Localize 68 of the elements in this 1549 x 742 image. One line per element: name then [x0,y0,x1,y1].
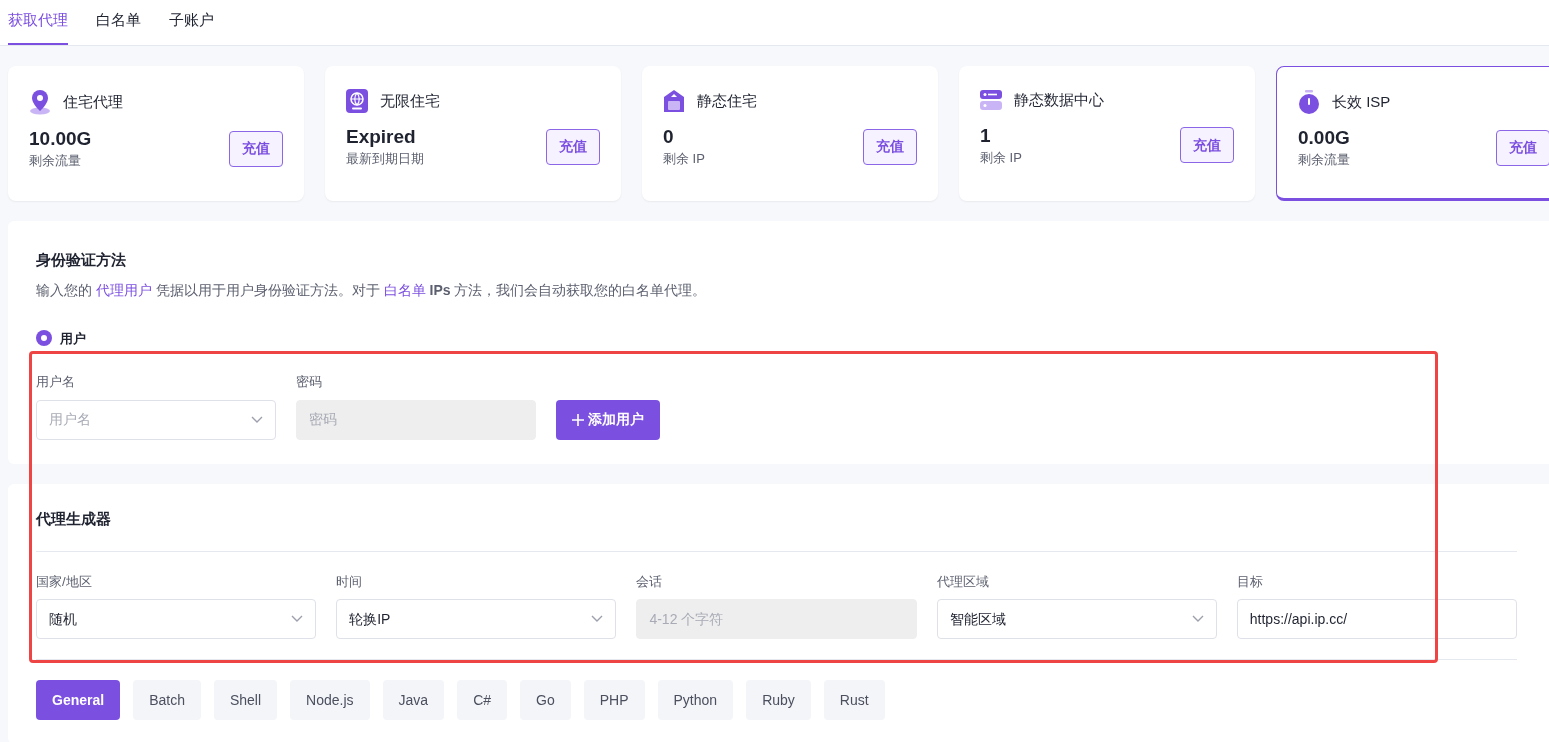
code-tab[interactable]: Java [382,680,445,720]
code-tab[interactable]: Shell [213,680,278,720]
card-title: 静态数据中心 [1014,90,1104,110]
field-label: 用户名 [36,373,76,391]
code-tab[interactable]: PHP [583,680,645,720]
product-card[interactable]: 长效 ISP 0.00G 剩余流量 充值 [1276,66,1549,201]
recharge-button[interactable]: 充值 [546,128,600,165]
plus-icon [572,413,584,426]
field-label: 目标 [1236,572,1264,591]
code-tab[interactable]: Batch [133,680,201,720]
code-tab[interactable]: Go [520,680,571,720]
link[interactable]: 白名单 [383,281,426,298]
field-label: 国家/地区 [36,572,93,591]
field-label: 代理区域 [936,572,990,591]
field-label: 时间 [336,572,364,591]
chevron-down-icon [291,615,304,623]
card-title: 无限住宅 [380,90,440,111]
radio-button[interactable] [36,330,52,347]
card-title: 静态住宅 [697,90,757,111]
link[interactable]: 代理用户 [95,281,152,298]
dropdown[interactable]: 随机 [36,599,317,639]
product-card[interactable]: 无限住宅 Expired 最新到期日期 充值 [325,66,621,201]
description-text: 输入您的 代理用户 凭据以用于用户身份验证方法。对于 白名单 IPs 方法，我们会自动获取您的白名单代理。 [36,280,708,300]
card-title: 长效 ISP [1332,91,1391,112]
recharge-button[interactable]: 充值 [1180,127,1234,164]
nav-tab[interactable]: 白名单 [96,8,141,45]
chevron-down-icon [1191,615,1204,623]
server-icon [980,90,1002,111]
code-tab[interactable]: Python [657,680,734,720]
card-caption: 剩余 IP [663,150,705,168]
field-label: 会话 [636,572,664,591]
recharge-button[interactable]: 充值 [863,128,917,165]
location-pin-icon [29,89,51,115]
timer-icon [1298,90,1320,114]
product-card[interactable]: 静态住宅 0 剩余 IP 充值 [642,66,938,201]
card-caption: 剩余 IP [980,148,1022,167]
section-title: 身份验证方法 [36,250,127,270]
code-tab[interactable]: Node.js [290,680,370,720]
add-user-button[interactable]: 添加用户 [556,399,660,440]
globe-icon [346,89,368,113]
dropdown[interactable]: 智能区域 [936,599,1217,639]
card-value: 0.00G [1298,126,1350,150]
nav-tab[interactable]: 子账户 [169,8,214,45]
card-title: 住宅代理 [63,91,123,112]
radio-label: 用户 [60,329,86,348]
card-value: 1 [980,123,992,148]
card-caption: 剩余流量 [29,152,82,170]
nav-tab[interactable]: 获取代理 [8,8,68,45]
product-card[interactable]: 住宅代理 10.00G 剩余流量 充值 [8,66,304,201]
card-value: 10.00G [29,127,92,151]
product-card[interactable]: 静态数据中心 1 剩余 IP 充值 [959,66,1255,201]
field-label: 密码 [296,373,323,391]
card-caption: 剩余流量 [1298,151,1350,169]
input-field[interactable]: https://api.ip.cc/ [1236,599,1517,639]
card-value: 0 [663,125,675,149]
chevron-down-icon [251,415,263,424]
code-tab[interactable]: General [36,680,121,720]
house-icon [663,89,685,113]
card-caption: 最新到期日期 [346,150,424,168]
chevron-down-icon [591,615,604,623]
recharge-button[interactable]: 充值 [1496,129,1549,166]
dropdown[interactable]: 轮换IP [336,599,617,639]
card-value: Expired [346,125,417,149]
code-tab[interactable]: Ruby [746,680,811,720]
code-tab[interactable]: Rust [823,680,885,720]
recharge-button[interactable]: 充值 [229,130,283,167]
section-title: 代理生成器 [36,508,1517,552]
code-tab[interactable]: C# [457,680,508,720]
